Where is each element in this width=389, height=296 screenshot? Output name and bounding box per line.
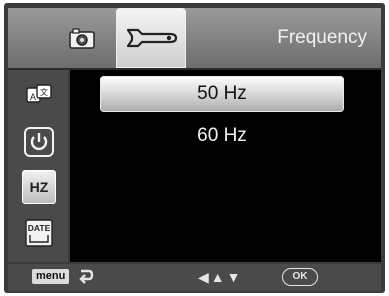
camera-icon <box>69 28 95 49</box>
menu-button[interactable]: menu <box>32 269 70 284</box>
wrench-icon <box>126 28 178 48</box>
ok-button[interactable]: OK <box>282 268 318 286</box>
settings-sidebar: A 文 HZ DATE <box>8 70 68 262</box>
option-60hz[interactable]: 60 Hz <box>100 118 344 154</box>
language-icon: A 文 <box>26 84 52 103</box>
top-tab-bar: Frequency <box>8 8 381 70</box>
sidebar-item-date[interactable]: DATE <box>22 216 56 250</box>
power-icon <box>24 127 54 157</box>
sidebar-item-frequency[interactable]: HZ <box>22 170 56 204</box>
bottom-control-bar: menu ◀▲▼ OK <box>8 264 381 291</box>
date-icon-label: DATE <box>28 223 51 233</box>
svg-text:文: 文 <box>40 87 48 97</box>
tab-setup[interactable] <box>116 8 186 68</box>
section-title: Frequency <box>277 27 367 48</box>
svg-text:A: A <box>30 92 36 102</box>
frequency-icon: HZ <box>29 179 49 195</box>
navigation-arrows-icon: ◀▲▼ <box>198 269 243 285</box>
date-icon: DATE <box>25 219 53 247</box>
back-icon <box>79 269 94 284</box>
sidebar-item-power[interactable] <box>22 125 56 159</box>
sidebar-item-language[interactable]: A 文 <box>22 78 56 112</box>
option-50hz[interactable]: 50 Hz <box>100 76 344 112</box>
options-panel: 50 Hz 60 Hz <box>70 70 381 262</box>
tab-camera[interactable] <box>52 8 112 68</box>
